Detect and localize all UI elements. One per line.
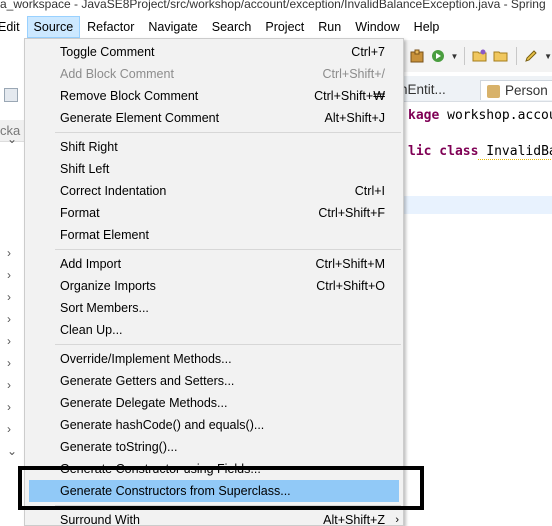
run-icon[interactable] (429, 47, 446, 65)
menu-item-shift-left[interactable]: Shift Left (27, 158, 401, 180)
toolbar-separator (515, 47, 517, 65)
main-toolbar: ▼ ▼ (404, 40, 552, 72)
save-icon[interactable] (4, 88, 18, 102)
chevron-down-icon[interactable]: ▼ (544, 52, 552, 61)
chevron-right-icon[interactable]: › (7, 400, 11, 414)
menu-item-generate-constructor-using-fields[interactable]: Generate Constructor using Fields... (27, 458, 401, 480)
menu-separator (55, 505, 401, 506)
chevron-right-icon[interactable]: › (7, 334, 11, 348)
menu-item-sort-members[interactable]: Sort Members... (27, 297, 401, 319)
menu-item-generate-constructors-from-superclass[interactable]: Generate Constructors from Superclass... (29, 480, 399, 502)
window-title: a_workspace - JavaSE8Project/src/worksho… (0, 0, 552, 13)
menu-item-generate-getters-setters[interactable]: Generate Getters and Setters... (27, 370, 401, 392)
chevron-right-icon[interactable]: › (7, 246, 11, 260)
menu-run[interactable]: Run (311, 16, 348, 38)
menu-project[interactable]: Project (258, 16, 311, 38)
menu-edit[interactable]: Edit (0, 16, 27, 38)
chevron-down-icon[interactable]: ▼ (451, 52, 459, 61)
chevron-right-icon[interactable]: › (7, 378, 11, 392)
left-view-strip: cka ⌄ › › › › › › › › › ⌄ (0, 40, 26, 526)
menu-separator (55, 344, 401, 345)
chevron-right-icon: › (395, 514, 399, 526)
chevron-right-icon[interactable]: › (7, 312, 11, 326)
menu-item-add-import[interactable]: Add Import Ctrl+Shift+M (27, 253, 401, 275)
menu-search[interactable]: Search (205, 16, 259, 38)
menu-separator (55, 132, 401, 133)
chevron-right-icon[interactable]: › (7, 268, 11, 282)
editor-tab[interactable]: nEntit... (400, 80, 446, 100)
menu-bar: Edit Source Refactor Navigate Search Pro… (0, 16, 552, 38)
menu-window[interactable]: Window (348, 16, 406, 38)
chevron-down-icon[interactable]: ⌄ (7, 132, 17, 146)
menu-item-shift-right[interactable]: Shift Right (27, 136, 401, 158)
menu-item-generate-tostring[interactable]: Generate toString()... (27, 436, 401, 458)
menu-item-clean-up[interactable]: Clean Up... (27, 319, 401, 341)
menu-help[interactable]: Help (407, 16, 447, 38)
menu-separator (55, 249, 401, 250)
source-menu: Toggle Comment Ctrl+7 Add Block Comment … (24, 38, 404, 526)
editor-tab-label: Person (505, 83, 548, 98)
menu-item-surround-with[interactable]: Surround With Alt+Shift+Z › (27, 509, 401, 526)
code-line: kage workshop.accou (408, 108, 552, 123)
chevron-right-icon[interactable]: › (7, 356, 11, 370)
folder-icon[interactable] (493, 47, 510, 65)
chevron-right-icon[interactable]: › (7, 422, 11, 436)
menu-item-toggle-comment[interactable]: Toggle Comment Ctrl+7 (27, 41, 401, 63)
menu-navigate[interactable]: Navigate (141, 16, 204, 38)
pencil-icon[interactable] (523, 47, 540, 65)
menu-item-correct-indentation[interactable]: Correct Indentation Ctrl+I (27, 180, 401, 202)
menu-item-format[interactable]: Format Ctrl+Shift+F (27, 202, 401, 224)
open-folder-icon[interactable] (471, 47, 488, 65)
code-editor[interactable]: kage workshop.accou lic class InvalidBa (404, 104, 552, 526)
menu-source[interactable]: Source (26, 16, 81, 38)
java-file-icon (487, 85, 500, 98)
package-icon[interactable] (408, 47, 425, 65)
menu-item-generate-hashcode-equals[interactable]: Generate hashCode() and equals()... (27, 414, 401, 436)
editor-tab-active[interactable]: Person (480, 80, 552, 100)
toolbar-separator (464, 47, 466, 65)
menu-item-format-element[interactable]: Format Element (27, 224, 401, 246)
menu-refactor[interactable]: Refactor (80, 16, 141, 38)
code-line: lic class InvalidBa (408, 144, 552, 160)
editor-tab-strip: nEntit... Person (400, 76, 552, 102)
menu-item-add-block-comment[interactable]: Add Block Comment Ctrl+Shift+/ (27, 63, 401, 85)
chevron-right-icon[interactable]: › (7, 290, 11, 304)
chevron-down-icon[interactable]: ⌄ (7, 444, 17, 458)
menu-item-generate-delegate-methods[interactable]: Generate Delegate Methods... (27, 392, 401, 414)
menu-item-override-implement-methods[interactable]: Override/Implement Methods... (27, 348, 401, 370)
menu-item-generate-element-comment[interactable]: Generate Element Comment Alt+Shift+J (27, 107, 401, 129)
menu-item-organize-imports[interactable]: Organize Imports Ctrl+Shift+O (27, 275, 401, 297)
menu-item-remove-block-comment[interactable]: Remove Block Comment Ctrl+Shift+₩ (27, 85, 401, 107)
